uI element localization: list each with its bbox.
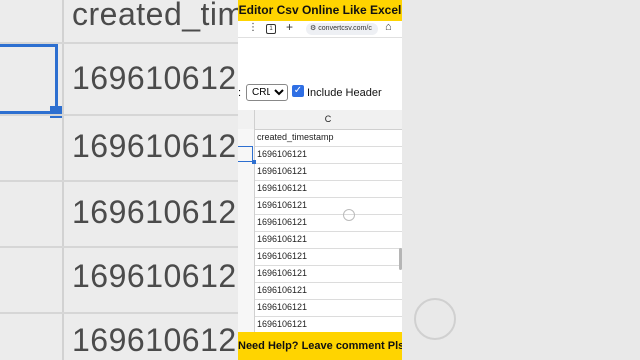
line-ending-select[interactable]: CRLF (246, 84, 288, 101)
background-value: 1696106121 (72, 128, 255, 164)
phone-screen: Editor Csv Online Like Excel ⋮ 1 + ⚙ conv… (238, 0, 402, 360)
column-header-row: C (238, 110, 402, 130)
row-number-cell[interactable] (238, 265, 255, 282)
cell-value[interactable]: 1696106121 (257, 285, 307, 295)
background-value: 1696106121 (72, 194, 255, 230)
cell-value[interactable]: 1696106121 (257, 149, 307, 159)
background-value: 1696106121 (72, 258, 255, 294)
cell-value[interactable]: 1696106121 (257, 234, 307, 244)
cell-value[interactable]: 1696106121 (257, 183, 307, 193)
include-header-label: Include Header (307, 87, 382, 99)
plus-icon[interactable]: + (286, 20, 293, 34)
table-row: created_timestamp (238, 129, 402, 147)
row-number-cell[interactable] (238, 180, 255, 197)
table-row: 1696106121 (238, 231, 402, 249)
background-row-line (0, 180, 240, 182)
row-number-cell[interactable] (238, 299, 255, 316)
title-banner: Editor Csv Online Like Excel (238, 0, 402, 21)
include-header-checkbox[interactable]: ✓ (292, 85, 304, 97)
row-number-cell[interactable] (238, 231, 255, 248)
cell-value[interactable]: 1696106121 (257, 217, 307, 227)
touch-indicator-circle (414, 298, 456, 340)
table-row: 1696106121 (238, 282, 402, 300)
cell-value[interactable]: 1696106121 (257, 302, 307, 312)
line-ending-label: : (238, 87, 242, 99)
cell-value[interactable]: 1696106121 (257, 166, 307, 176)
selected-cell-indicator[interactable] (238, 146, 253, 162)
corner-cell[interactable] (238, 110, 255, 129)
cell-value[interactable]: created_timestamp (257, 132, 334, 142)
background-selection-box (0, 44, 58, 114)
table-row: 1696106121 (238, 248, 402, 266)
table-row: 1696106121 (238, 163, 402, 181)
row-number-cell[interactable] (238, 129, 255, 146)
background-selection-handle (50, 106, 62, 118)
scrollbar[interactable] (399, 248, 402, 270)
table-row: 1696106121 (238, 180, 402, 198)
more-vert-icon[interactable]: ⋮ (248, 22, 258, 33)
row-number-cell[interactable] (238, 282, 255, 299)
browser-toolbar: ⋮ 1 + ⚙ convertcsv.com/c ⌂ (238, 20, 402, 38)
tabs-icon[interactable]: 1 (266, 24, 276, 34)
tabs-count: 1 (269, 26, 273, 32)
row-number-cell[interactable] (238, 197, 255, 214)
fill-handle[interactable] (252, 160, 256, 164)
cell-value[interactable]: 1696106121 (257, 200, 307, 210)
table-row: 1696106121 (238, 214, 402, 232)
help-banner: Need Help? Leave comment Pls (238, 332, 402, 360)
background-header-text: created_tim (72, 0, 245, 32)
background-value: 1696106121 (72, 322, 255, 358)
url-bar[interactable]: ⚙ convertcsv.com/c (306, 23, 378, 35)
home-icon[interactable]: ⌂ (385, 21, 392, 33)
cell-value[interactable]: 1696106121 (257, 268, 307, 278)
table-row: 1696106121 (238, 146, 402, 164)
column-header-c[interactable]: C (254, 110, 402, 129)
url-text: convertcsv.com/c (318, 25, 372, 32)
site-settings-icon[interactable]: ⚙ (310, 25, 316, 32)
cell-value[interactable]: 1696106121 (257, 251, 307, 261)
touch-indicator-circle (343, 209, 355, 221)
table-row: 1696106121 (238, 299, 402, 317)
background-value: 1696106121 (72, 60, 255, 96)
row-number-cell[interactable] (238, 214, 255, 231)
options-bar: : CRLF ✓ Include Header (238, 83, 402, 103)
table-row: 1696106121 (238, 197, 402, 215)
row-number-cell[interactable] (238, 248, 255, 265)
cell-value[interactable]: 1696106121 (257, 319, 307, 329)
row-number-cell[interactable] (238, 163, 255, 180)
background-row-line (0, 246, 240, 248)
row-number-cell[interactable] (238, 316, 255, 333)
background-row-line (0, 312, 240, 314)
table-row: 1696106121 (238, 265, 402, 283)
background-row-line (0, 114, 240, 116)
